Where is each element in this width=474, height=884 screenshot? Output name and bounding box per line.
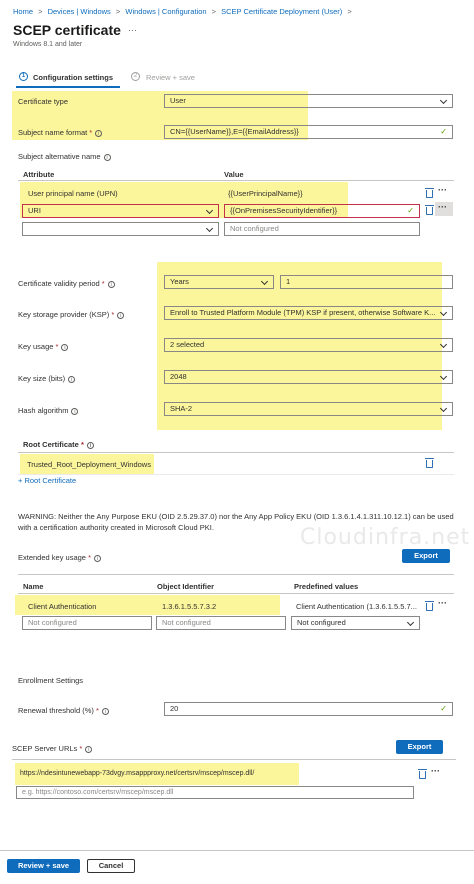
eku-col-predefined: Predefined values [294, 582, 359, 591]
breadcrumb: Home > Devices | Windows > Windows | Con… [13, 7, 352, 16]
eku-new-predefined-dropdown[interactable]: Not configured [291, 616, 420, 630]
san-new-attribute-dropdown[interactable] [22, 222, 219, 236]
divider [18, 180, 454, 181]
eku-col-oid: Object Identifier [157, 582, 215, 591]
more-options-icon[interactable]: ··· [128, 25, 137, 35]
subject-name-label: Subject name format * i [18, 128, 103, 137]
info-icon[interactable]: i [71, 408, 79, 415]
footer-divider [0, 850, 474, 851]
page-subtitle: Windows 8.1 and later [13, 41, 83, 48]
certificate-type-dropdown[interactable]: User [164, 94, 453, 108]
san-row1-value: {{UserPrincipalName}} [228, 189, 303, 198]
cancel-button[interactable]: Cancel [87, 859, 135, 873]
eku-new-name-input[interactable]: Not configured [22, 616, 152, 630]
check-icon: ✓ [440, 127, 447, 136]
step2-circle: 2 [131, 72, 140, 81]
san-row2-value-input[interactable]: {{OnPremisesSecurityIdentifier}} ✓ [224, 204, 420, 218]
root-cert-value: Trusted_Root_Deployment_Windows [27, 460, 151, 469]
eku-row-predefined: Client Authentication (1.3.6.1.5.5.7... [296, 602, 417, 611]
validity-label: Certificate validity period * i [18, 279, 115, 288]
info-icon[interactable]: i [85, 746, 93, 753]
hash-dropdown[interactable]: SHA-2 [164, 402, 453, 416]
delete-icon[interactable] [425, 601, 434, 611]
renewal-threshold-input[interactable]: 20 ✓ [164, 702, 453, 716]
eku-row-oid: 1.3.6.1.5.5.7.3.2 [162, 602, 217, 611]
info-icon[interactable]: i [95, 130, 103, 137]
info-icon[interactable]: i [86, 442, 94, 449]
breadcrumb-windows-configuration[interactable]: Windows | Configuration [125, 7, 206, 16]
renewal-label: Renewal threshold (%) * i [18, 706, 109, 715]
subject-name-input[interactable]: CN={{UserName}},E={{EmailAddress}} ✓ [164, 125, 453, 139]
info-icon[interactable]: i [68, 376, 76, 383]
page-title: SCEP certificate [13, 22, 121, 38]
root-cert-label: Root Certificate * i [23, 440, 94, 449]
delete-icon[interactable] [425, 458, 434, 468]
divider [18, 452, 454, 453]
info-icon[interactable]: i [61, 344, 69, 351]
san-new-value-input[interactable]: Not configured [224, 222, 420, 236]
scep-urls-label: SCEP Server URLs * i [12, 744, 93, 753]
info-icon[interactable]: i [103, 154, 111, 161]
divider [18, 474, 454, 475]
row-more-icon[interactable]: ··· [438, 202, 447, 212]
row-more-icon[interactable]: ··· [431, 766, 440, 776]
validity-value-input[interactable]: 1 [280, 275, 453, 289]
tab-review-save[interactable]: Review + save [146, 73, 195, 82]
tab-configuration-settings[interactable]: Configuration settings [33, 73, 113, 82]
breadcrumb-devices-windows[interactable]: Devices | Windows [48, 7, 111, 16]
info-icon[interactable]: i [117, 312, 125, 319]
eku-export-button[interactable]: Export [402, 549, 450, 563]
enrollment-heading: Enrollment Settings [18, 676, 84, 685]
eku-new-oid-input[interactable]: Not configured [156, 616, 286, 630]
san-label: Subject alternative name i [18, 152, 111, 161]
delete-icon[interactable] [418, 769, 427, 779]
row-more-icon[interactable]: ··· [438, 185, 447, 195]
row-more-icon[interactable]: ··· [438, 598, 447, 608]
scep-url-input[interactable]: e.g. https://contoso.com/certsrv/mscep/m… [16, 786, 414, 799]
step1-circle: 1 [19, 72, 28, 81]
eku-row-name: Client Authentication [28, 602, 97, 611]
review-save-button[interactable]: Review + save [7, 859, 80, 873]
info-icon[interactable]: i [107, 281, 115, 288]
scep-export-button[interactable]: Export [396, 740, 443, 754]
eku-col-name: Name [23, 582, 44, 591]
delete-icon[interactable] [425, 188, 434, 198]
san-col-value: Value [224, 170, 244, 179]
delete-icon[interactable] [425, 205, 434, 215]
hash-label: Hash algorithm i [18, 406, 79, 415]
key-usage-label: Key usage * i [18, 342, 69, 351]
san-row1-attribute: User principal name (UPN) [28, 189, 118, 198]
key-size-label: Key size (bits) i [18, 374, 76, 383]
active-tab-indicator [16, 86, 120, 88]
validity-unit-dropdown[interactable]: Years [164, 275, 274, 289]
watermark: Cloudinfra.net [300, 525, 471, 550]
info-icon[interactable]: i [93, 555, 101, 562]
divider [12, 759, 456, 760]
certificate-type-label: Certificate type [18, 97, 69, 106]
breadcrumb-home[interactable]: Home [13, 7, 33, 16]
san-row2-attribute-dropdown[interactable]: URI [22, 204, 219, 218]
eku-label: Extended key usage * i [18, 553, 101, 562]
info-icon[interactable]: i [101, 708, 109, 715]
ksp-dropdown[interactable]: Enroll to Trusted Platform Module (TPM) … [164, 306, 453, 320]
breadcrumb-scep-deployment[interactable]: SCEP Certificate Deployment (User) [221, 7, 342, 16]
key-usage-dropdown[interactable]: 2 selected [164, 338, 453, 352]
san-col-attribute: Attribute [23, 170, 55, 179]
ksp-label: Key storage provider (KSP) * i [18, 310, 125, 319]
check-icon: ✓ [407, 206, 414, 215]
scep-url-value: https://ndesintunewebapp-73dvgy.msapppro… [20, 770, 255, 777]
divider [18, 574, 454, 575]
divider [18, 593, 454, 594]
add-root-cert-link[interactable]: + Root Certificate [18, 476, 76, 485]
key-size-dropdown[interactable]: 2048 [164, 370, 453, 384]
check-icon: ✓ [440, 704, 447, 713]
